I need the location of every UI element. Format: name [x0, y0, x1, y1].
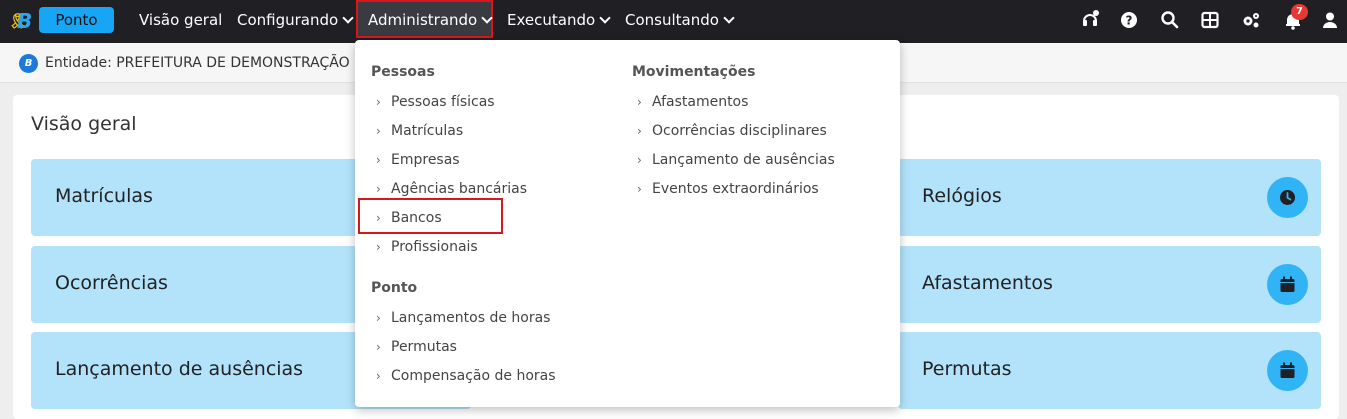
section-header-ponto: Ponto [371, 280, 418, 296]
chevron-right-icon: › [637, 124, 642, 138]
logo-letter: B [17, 9, 33, 33]
nav-label: Visão geral [139, 11, 223, 29]
search-icon[interactable] [1160, 10, 1180, 30]
menu-item-matriculas[interactable]: › Matrículas [376, 123, 463, 139]
chevron-right-icon: › [376, 124, 381, 138]
top-navbar: 🎗 B Ponto Visão geral Configurando Admin… [0, 0, 1347, 43]
chevron-right-icon: › [637, 95, 642, 109]
user-icon[interactable] [1320, 10, 1340, 30]
chevron-down-icon [481, 12, 493, 24]
nav-label: Administrando [368, 11, 478, 29]
nav-executando[interactable]: Executando [507, 0, 611, 40]
chevron-right-icon: › [376, 311, 381, 325]
app-name-pill[interactable]: Ponto [39, 7, 114, 33]
tile-permutas[interactable]: Permutas [898, 332, 1321, 409]
tile-relogios[interactable]: Relógios [898, 159, 1321, 236]
help-icon[interactable]: ? [1119, 10, 1139, 30]
calendar-icon [1267, 264, 1308, 305]
grid-icon[interactable] [1200, 10, 1220, 30]
nav-label: Configurando [237, 11, 339, 29]
tile-afastamentos[interactable]: Afastamentos [898, 246, 1321, 323]
menu-item-lancamentos-horas[interactable]: › Lançamentos de horas [376, 310, 550, 326]
tile-label: Ocorrências [55, 272, 168, 294]
tile-label: Matrículas [55, 185, 153, 207]
chevron-down-icon [599, 12, 611, 24]
nav-label: Executando [507, 11, 596, 29]
nav-visao-geral[interactable]: Visão geral [139, 0, 222, 40]
chevron-right-icon: › [376, 153, 381, 167]
menu-item-label: Lançamentos de horas [391, 310, 551, 326]
menu-item-afastamentos[interactable]: › Afastamentos [637, 94, 748, 110]
betha-logo[interactable]: 🎗 B [6, 8, 36, 34]
menu-item-compensacao-horas[interactable]: › Compensação de horas [376, 368, 556, 384]
tile-label: Afastamentos [922, 272, 1053, 294]
calendar-icon [1267, 350, 1308, 391]
page-title: Visão geral [31, 113, 137, 135]
section-header-pessoas: Pessoas [371, 64, 435, 80]
notification-badge: 7 [1291, 4, 1308, 20]
nav-consultando[interactable]: Consultando [625, 0, 735, 40]
entity-badge: B [19, 54, 38, 73]
chevron-right-icon: › [376, 95, 381, 109]
menu-item-agencias-bancarias[interactable]: › Agências bancárias [376, 181, 527, 197]
bancos-highlight-box [358, 198, 503, 234]
chevron-right-icon: › [376, 369, 381, 383]
tile-label: Lançamento de ausências [55, 358, 304, 380]
menu-item-lancamento-ausencias[interactable]: › Lançamento de ausências [637, 152, 835, 168]
entity-text[interactable]: Entidade: PREFEITURA DE DEMONSTRAÇÃO DE [45, 55, 374, 71]
menu-item-label: Compensação de horas [391, 368, 556, 384]
menu-item-label: Afastamentos [652, 94, 749, 110]
nav-label: Consultando [625, 11, 719, 29]
svg-text:?: ? [1126, 14, 1133, 28]
menu-item-profissionais[interactable]: › Profissionais [376, 239, 478, 255]
tile-label: Relógios [922, 185, 1002, 207]
nav-administrando[interactable]: Administrando [368, 0, 493, 40]
menu-item-label: Matrículas [391, 123, 464, 139]
menu-item-permutas[interactable]: › Permutas [376, 339, 457, 355]
menu-item-empresas[interactable]: › Empresas [376, 152, 460, 168]
chevron-right-icon: › [376, 182, 381, 196]
menu-item-label: Empresas [391, 152, 460, 168]
menu-item-label: Agências bancárias [391, 181, 527, 197]
gears-icon[interactable] [1241, 10, 1261, 30]
clock-icon [1267, 177, 1308, 218]
chevron-right-icon: › [376, 340, 381, 354]
menu-item-ocorrencias-disciplinares[interactable]: › Ocorrências disciplinares [637, 123, 827, 139]
tile-label: Permutas [922, 358, 1012, 380]
menu-item-pessoas-fisicas[interactable]: › Pessoas físicas [376, 94, 495, 110]
menu-item-label: Lançamento de ausências [652, 152, 835, 168]
menu-item-label: Permutas [391, 339, 457, 355]
nav-configurando[interactable]: Configurando [237, 0, 354, 40]
chevron-right-icon: › [637, 182, 642, 196]
menu-item-label: Pessoas físicas [391, 94, 495, 110]
headset-icon[interactable] [1080, 10, 1100, 30]
menu-item-eventos-extraordinarios[interactable]: › Eventos extraordinários [637, 181, 819, 197]
menu-item-label: Eventos extraordinários [652, 181, 819, 197]
menu-item-label: Ocorrências disciplinares [652, 123, 827, 139]
chevron-down-icon [342, 12, 354, 24]
chevron-down-icon [723, 12, 735, 24]
menu-item-label: Profissionais [391, 239, 478, 255]
section-header-movimentacoes: Movimentações [632, 64, 756, 80]
chevron-right-icon: › [637, 153, 642, 167]
chevron-right-icon: › [376, 240, 381, 254]
